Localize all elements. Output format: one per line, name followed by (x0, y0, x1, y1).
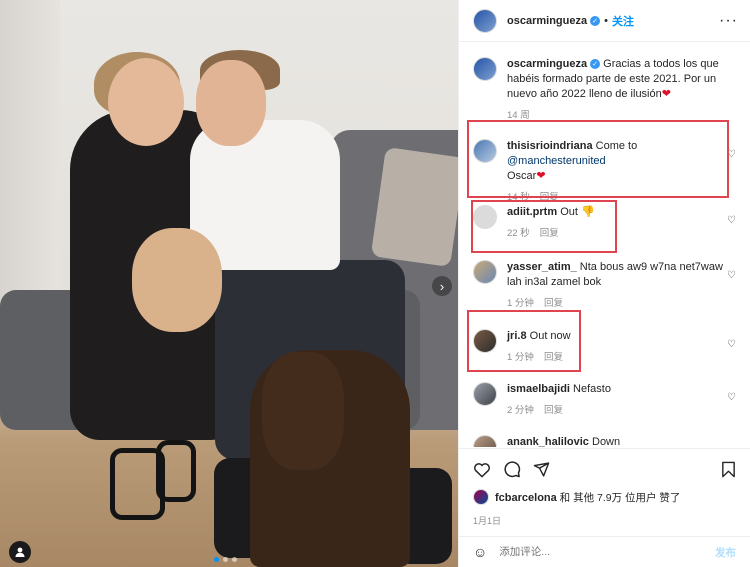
reply-button[interactable]: 回复 (544, 405, 563, 416)
like-comment-heart-icon[interactable]: ♡ (727, 339, 736, 350)
likes-text[interactable]: 和 其他 7.9万 位用户 赞了 (560, 492, 681, 504)
follow-button[interactable]: 关注 (612, 13, 634, 29)
post-actions: fcbarcelona 和 其他 7.9万 位用户 赞了 1月1日 (459, 448, 750, 538)
separator-dot: • (604, 14, 608, 27)
like-comment-heart-icon[interactable]: ♡ (727, 215, 736, 226)
reply-button[interactable]: 回复 (544, 298, 563, 309)
post-date: 1月1日 (473, 516, 502, 526)
author-username[interactable]: oscarmingueza (507, 15, 587, 27)
highlight-box (467, 310, 581, 372)
comment-text: Down (592, 436, 621, 447)
highlight-box (467, 120, 729, 198)
verified-badge-icon: ✓ (590, 59, 601, 70)
post-side-panel: oscarmingueza ✓ • 关注 ··· oscarmingueza ✓ … (458, 0, 750, 567)
tagged-users-button[interactable] (9, 541, 31, 563)
comment-username[interactable]: yasser_atim_ (507, 261, 577, 273)
commenter-avatar[interactable] (473, 260, 497, 284)
comment-time: 2 分钟 (507, 405, 534, 416)
labrador-head (262, 352, 344, 470)
more-horizontal-icon[interactable]: ··· (719, 12, 738, 30)
comment-composer: ☺ 发布 (459, 536, 750, 567)
carousel-dot (214, 557, 219, 562)
comment-item: ismaelbajidi Nefasto 2 分钟 回复 ♡ (473, 382, 740, 418)
like-comment-heart-icon[interactable]: ♡ (727, 392, 736, 403)
wall (0, 0, 60, 330)
highlight-box (471, 200, 617, 253)
next-image-button[interactable]: › (432, 276, 452, 296)
chevron-right-icon: › (439, 278, 445, 294)
liker-avatar[interactable] (473, 489, 489, 505)
woman-head (108, 58, 184, 146)
liker-username[interactable]: fcbarcelona (495, 492, 557, 504)
comment-username[interactable]: anank_halilovic (507, 436, 589, 447)
commenter-avatar[interactable] (473, 435, 497, 447)
comment-item: anank_halilovic Down (473, 435, 740, 447)
caption-username[interactable]: oscarmingueza (507, 58, 587, 70)
comment-time: 1 分钟 (507, 298, 534, 309)
likes-summary: fcbarcelona 和 其他 7.9万 位用户 赞了 (473, 489, 736, 505)
carousel-dot (232, 557, 237, 562)
bookmark-save-icon[interactable] (721, 461, 736, 478)
user-icon (15, 547, 25, 557)
author-avatar[interactable] (473, 8, 497, 33)
share-paper-plane-icon[interactable] (533, 461, 550, 478)
red-heart-emoji: ❤ (661, 88, 671, 100)
carousel-dots (214, 557, 237, 562)
post-caption: oscarmingueza ✓ Gracias a todos los que h… (459, 43, 750, 123)
man-head (196, 60, 266, 146)
carousel-dot (223, 557, 228, 562)
commenter-avatar[interactable] (473, 382, 497, 406)
post-comment-button[interactable]: 发布 (715, 545, 736, 560)
author-avatar[interactable] (473, 57, 497, 81)
like-comment-heart-icon[interactable]: ♡ (727, 270, 736, 281)
sandal (156, 440, 196, 502)
pillow (370, 146, 458, 268)
post-photo[interactable]: › (0, 0, 458, 567)
comment-item: yasser_atim_ Nta bous aw9 w7na net7waw l… (473, 260, 740, 311)
comment-input[interactable] (499, 546, 715, 558)
emoji-smiley-icon[interactable]: ☺ (473, 544, 487, 560)
poodle-dog (132, 228, 222, 332)
comment-bubble-icon[interactable] (503, 460, 521, 478)
like-heart-icon[interactable] (473, 461, 491, 478)
comments-list[interactable]: oscarmingueza ✓ Gracias a todos los que h… (459, 43, 750, 447)
verified-badge-icon: ✓ (590, 15, 601, 26)
post-header: oscarmingueza ✓ • 关注 ··· (459, 0, 750, 42)
comment-username[interactable]: ismaelbajidi (507, 383, 570, 395)
comment-text: Nefasto (573, 383, 611, 395)
